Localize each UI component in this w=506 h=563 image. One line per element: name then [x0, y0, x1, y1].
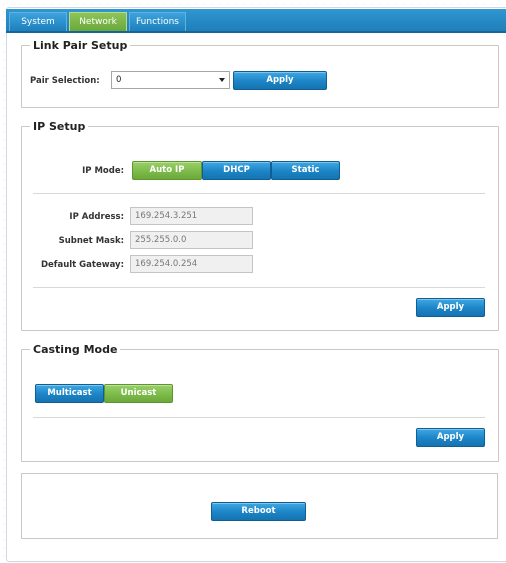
tab-system[interactable]: System: [9, 12, 67, 31]
subnet-mask-label: Subnet Mask:: [58, 236, 124, 246]
default-gateway-field[interactable]: 169.254.0.254: [130, 255, 253, 273]
link-pair-legend: Link Pair Setup: [33, 39, 128, 52]
casting-apply-button[interactable]: Apply: [416, 428, 485, 447]
casting-mode-divider: [33, 417, 485, 418]
reboot-button[interactable]: Reboot: [211, 502, 306, 521]
ip-address-field[interactable]: 169.254.3.251: [130, 207, 253, 225]
ip-setup-legend: IP Setup: [33, 120, 86, 133]
tab-bar: System Network Functions: [6, 9, 506, 33]
casting-multicast-button[interactable]: Multicast: [35, 384, 104, 403]
default-gateway-label: Default Gateway:: [40, 260, 124, 270]
ip-mode-auto-ip-button[interactable]: Auto IP: [132, 161, 202, 180]
pair-selection-dropdown[interactable]: 0: [111, 71, 230, 89]
pair-selection-value: 0: [116, 75, 122, 85]
ip-address-label: IP Address:: [69, 212, 124, 222]
casting-mode-legend: Casting Mode: [33, 343, 118, 356]
ip-setup-apply-button[interactable]: Apply: [416, 298, 485, 317]
ip-mode-label: IP Mode:: [82, 166, 124, 176]
ip-mode-static-button[interactable]: Static: [271, 161, 340, 180]
subnet-mask-field[interactable]: 255.255.0.0: [130, 231, 253, 249]
tab-network[interactable]: Network: [69, 12, 127, 31]
chevron-down-icon: [219, 78, 225, 82]
ip-setup-bottom-divider: [33, 287, 485, 288]
ip-mode-dhcp-button[interactable]: DHCP: [202, 161, 271, 180]
tab-functions[interactable]: Functions: [129, 12, 186, 31]
pair-selection-label: Pair Selection:: [30, 76, 100, 86]
casting-unicast-button[interactable]: Unicast: [104, 384, 173, 403]
link-pair-apply-button[interactable]: Apply: [233, 71, 327, 90]
ip-setup-divider: [33, 193, 485, 194]
